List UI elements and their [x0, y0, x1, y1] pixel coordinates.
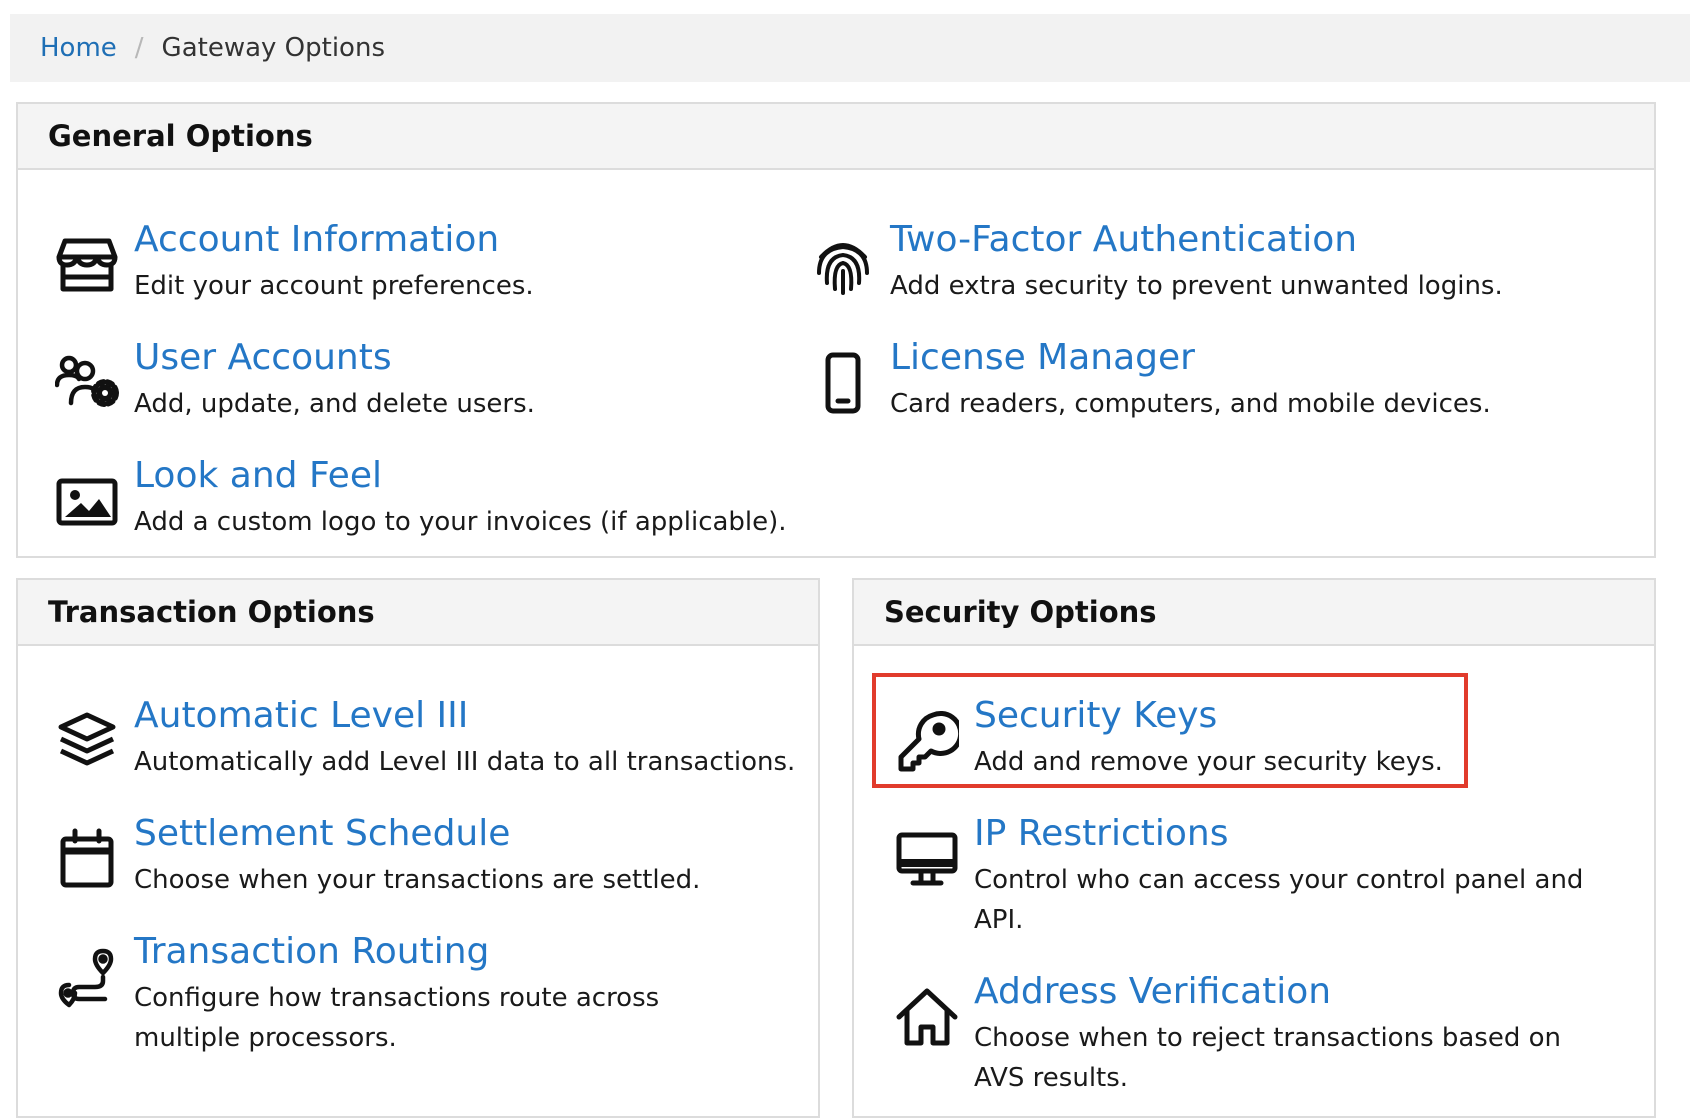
option-automatic-level-iii[interactable]: Automatic Level III Automatically add Le…	[54, 694, 804, 784]
option-description: Choose when your transactions are settle…	[134, 865, 701, 895]
general-options-title: General Options	[18, 104, 1654, 170]
breadcrumb-separator: /	[134, 33, 144, 63]
option-description: Add extra security to prevent unwanted l…	[890, 271, 1503, 301]
option-title[interactable]: Two-Factor Authentication	[890, 218, 1357, 262]
option-description: Automatically add Level III data to all …	[134, 747, 796, 777]
option-title[interactable]: Transaction Routing	[134, 930, 489, 974]
storefront-icon	[54, 232, 120, 298]
option-account-information[interactable]: Account Information Edit your account pr…	[54, 218, 754, 308]
option-transaction-routing[interactable]: Transaction Routing Configure how transa…	[54, 930, 754, 1053]
option-ip-restrictions[interactable]: IP Restrictions Control who can access y…	[894, 812, 1594, 935]
option-title[interactable]: User Accounts	[134, 336, 392, 380]
option-title[interactable]: License Manager	[890, 336, 1195, 380]
option-title[interactable]: Account Information	[134, 218, 499, 262]
fingerprint-icon	[810, 232, 876, 298]
route-icon	[54, 944, 120, 1010]
option-description: Add a custom logo to your invoices (if a…	[134, 507, 787, 537]
highlight-box	[872, 673, 1468, 788]
security-options-panel: Security Options Security Keys Add and r…	[852, 578, 1656, 1118]
option-description: Control who can access your control pane…	[974, 865, 1584, 935]
mobile-device-icon	[810, 350, 876, 416]
option-user-accounts[interactable]: User Accounts Add, update, and delete us…	[54, 336, 754, 426]
option-title[interactable]: Automatic Level III	[134, 694, 468, 738]
option-look-and-feel[interactable]: Look and Feel Add a custom logo to your …	[54, 454, 854, 544]
transaction-options-title: Transaction Options	[18, 580, 818, 646]
transaction-options-panel: Transaction Options Automatic Level III …	[16, 578, 820, 1118]
option-title[interactable]: Look and Feel	[134, 454, 382, 498]
option-description: Card readers, computers, and mobile devi…	[890, 389, 1491, 419]
monitor-icon	[894, 826, 960, 892]
house-icon	[894, 984, 960, 1050]
option-title[interactable]: Address Verification	[974, 970, 1331, 1014]
option-settlement-schedule[interactable]: Settlement Schedule Choose when your tra…	[54, 812, 804, 902]
breadcrumb-current: Gateway Options	[161, 33, 385, 63]
option-license-manager[interactable]: License Manager Card readers, computers,…	[810, 336, 1610, 426]
option-description: Add, update, and delete users.	[134, 389, 535, 419]
image-icon	[54, 468, 120, 534]
option-description: Choose when to reject transactions based…	[974, 1023, 1562, 1093]
breadcrumb: Home / Gateway Options	[10, 14, 1690, 82]
option-description: Edit your account preferences.	[134, 271, 534, 301]
general-options-panel: General Options Account Information Edit…	[16, 102, 1656, 558]
users-gear-icon	[54, 350, 120, 416]
calendar-icon	[54, 826, 120, 892]
option-two-factor-authentication[interactable]: Two-Factor Authentication Add extra secu…	[810, 218, 1610, 308]
layers-icon	[54, 708, 120, 774]
option-title[interactable]: IP Restrictions	[974, 812, 1229, 856]
option-title[interactable]: Settlement Schedule	[134, 812, 510, 856]
option-description: Configure how transactions route across …	[134, 983, 660, 1053]
security-options-title: Security Options	[854, 580, 1654, 646]
breadcrumb-home-link[interactable]: Home	[40, 33, 117, 63]
option-address-verification[interactable]: Address Verification Choose when to reje…	[894, 970, 1594, 1093]
